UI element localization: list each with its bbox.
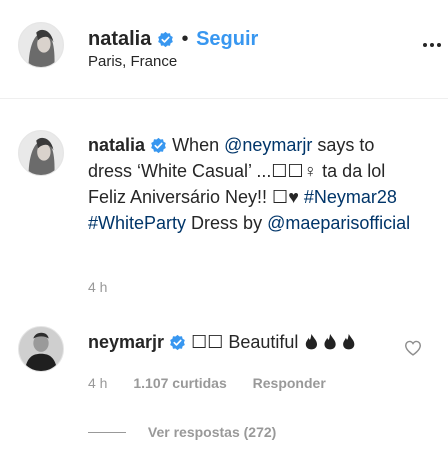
header-location[interactable]: Paris, France bbox=[88, 53, 177, 70]
replies-line bbox=[88, 432, 126, 433]
view-replies-row[interactable]: Ver respostas (272) bbox=[88, 424, 276, 440]
separator-dot: • bbox=[181, 28, 189, 50]
caption-text-part: Dress by bbox=[186, 213, 268, 233]
comment-username[interactable]: neymarjr bbox=[88, 332, 164, 352]
caption-timestamp[interactable]: 4 h bbox=[88, 279, 107, 295]
header-user-row: natalia • Seguir bbox=[88, 28, 258, 51]
comment-avatar[interactable] bbox=[18, 326, 64, 372]
header-avatar[interactable] bbox=[18, 22, 64, 68]
header-divider bbox=[0, 98, 448, 99]
comment-timestamp[interactable]: 4 h bbox=[88, 375, 107, 391]
caption-username[interactable]: natalia bbox=[88, 135, 145, 155]
verified-badge-icon bbox=[170, 334, 185, 351]
verified-badge-icon bbox=[158, 31, 173, 48]
comment-body: ☐☐ Beautiful bbox=[191, 332, 304, 352]
like-comment-button[interactable] bbox=[404, 340, 422, 356]
mention-link[interactable]: @neymarjr bbox=[224, 135, 312, 155]
verified-badge-icon bbox=[151, 137, 166, 154]
comment-likes-count[interactable]: 1.107 curtidas bbox=[133, 375, 226, 391]
caption-text: natalia When @neymarjr says to dress ‘Wh… bbox=[88, 132, 418, 236]
follow-button[interactable]: Seguir bbox=[196, 28, 258, 50]
reply-button[interactable]: Responder bbox=[253, 375, 326, 391]
comment-avatar-image bbox=[19, 327, 63, 371]
mention-link[interactable]: @maeparisofficial bbox=[267, 213, 410, 233]
fire-icon bbox=[306, 334, 355, 350]
heart-icon bbox=[404, 340, 422, 356]
caption-text-part: When bbox=[172, 135, 225, 155]
caption-avatar-image bbox=[19, 131, 63, 175]
view-replies-button[interactable]: Ver respostas (272) bbox=[148, 424, 276, 440]
hashtag-link[interactable]: #Neymar28 bbox=[304, 187, 397, 207]
header-username[interactable]: natalia bbox=[88, 28, 151, 50]
comment-text: neymarjr ☐☐ Beautiful bbox=[88, 330, 398, 354]
more-horizontal-icon bbox=[423, 43, 441, 47]
hashtag-link[interactable]: #WhiteParty bbox=[88, 213, 186, 233]
comment-actions: 4 h 1.107 curtidas Responder bbox=[88, 375, 326, 391]
header-avatar-image bbox=[19, 23, 63, 67]
more-options-button[interactable] bbox=[422, 38, 442, 52]
caption-avatar[interactable] bbox=[18, 130, 64, 176]
